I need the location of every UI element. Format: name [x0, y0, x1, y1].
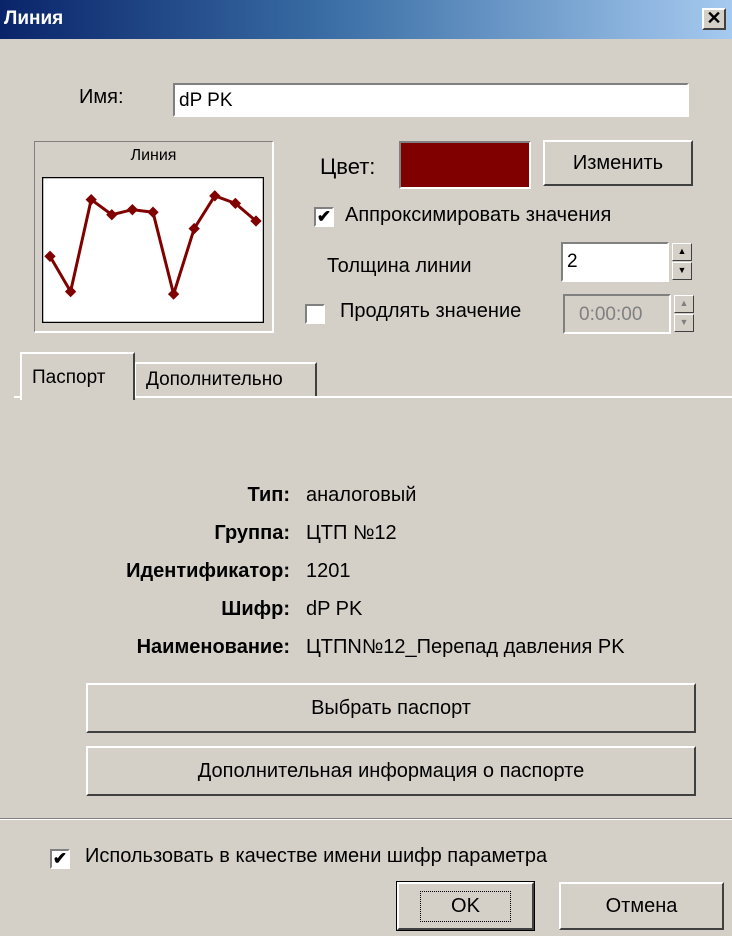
extend-value-label: Продлять значение — [340, 300, 522, 322]
check-icon: ✔ — [316, 207, 332, 226]
tab-additional-label: Дополнительно — [146, 369, 283, 390]
approximate-checkbox[interactable]: ✔ — [314, 207, 334, 227]
passport-info-button[interactable]: Дополнительная информация о паспорте — [86, 746, 696, 796]
color-label: Цвет: — [320, 154, 376, 179]
ok-button[interactable]: OK — [396, 881, 535, 931]
bottom-separator — [0, 818, 732, 820]
name-input-value: dP PK — [179, 90, 233, 111]
check-icon: ✔ — [52, 849, 68, 868]
ok-label: OK — [420, 890, 511, 922]
tab-passport[interactable]: Паспорт — [20, 352, 135, 400]
thickness-label: Толщина линии — [327, 255, 472, 277]
approximate-label: Аппроксимировать значения — [345, 204, 612, 226]
close-button[interactable]: ✕ — [702, 8, 726, 30]
spin-down-icon: ▼ — [679, 317, 689, 327]
use-code-name-checkbox[interactable]: ✔ — [50, 849, 70, 869]
spin-up-icon: ▲ — [679, 298, 689, 308]
tab-additional[interactable]: Дополнительно — [135, 362, 317, 396]
group-key: Группа: — [214, 522, 290, 544]
tab-passport-label: Паспорт — [32, 367, 106, 388]
code-key: Шифр: — [221, 598, 290, 620]
use-code-name-label: Использовать в качестве имени шифр парам… — [85, 845, 548, 867]
cancel-button[interactable]: Отмена — [559, 882, 724, 930]
name-value: ЦТПN№12_Перепад давления PK — [306, 636, 625, 658]
thickness-input[interactable]: 2 — [561, 242, 669, 282]
extend-spin-up[interactable]: ▲ — [674, 295, 694, 313]
spin-down-icon: ▼ — [677, 265, 687, 275]
line-preview-chart — [42, 177, 264, 323]
color-swatch[interactable] — [399, 141, 531, 189]
extend-value-input[interactable]: 0:00:00 — [563, 294, 671, 334]
thickness-spin-up[interactable]: ▲ — [672, 243, 692, 261]
identifier-value: 1201 — [306, 560, 351, 582]
select-passport-button[interactable]: Выбрать паспорт — [86, 683, 696, 733]
preview-label: Линия — [130, 147, 177, 164]
extend-spin-down[interactable]: ▼ — [674, 314, 694, 332]
code-value: dP PK — [306, 598, 363, 620]
name-label: Имя: — [79, 86, 124, 108]
extend-value-input-value: 0:00:00 — [579, 304, 643, 325]
change-color-button[interactable]: Изменить — [543, 140, 693, 186]
window-title: Линия — [4, 8, 64, 29]
identifier-key: Идентификатор: — [126, 560, 290, 582]
type-key: Тип: — [247, 484, 291, 506]
group-value: ЦТП №12 — [306, 522, 397, 544]
spin-up-icon: ▲ — [677, 246, 687, 256]
type-value: аналоговый — [306, 484, 417, 506]
name-input[interactable]: dP PK — [173, 83, 689, 117]
name-key: Наименование: — [136, 636, 290, 658]
title-bar[interactable]: Линия ✕ — [0, 0, 732, 39]
thickness-input-value: 2 — [567, 251, 578, 272]
extend-value-checkbox[interactable] — [305, 304, 325, 324]
line-preview-group: Линия — [34, 141, 274, 333]
thickness-spin-down[interactable]: ▼ — [672, 262, 692, 280]
